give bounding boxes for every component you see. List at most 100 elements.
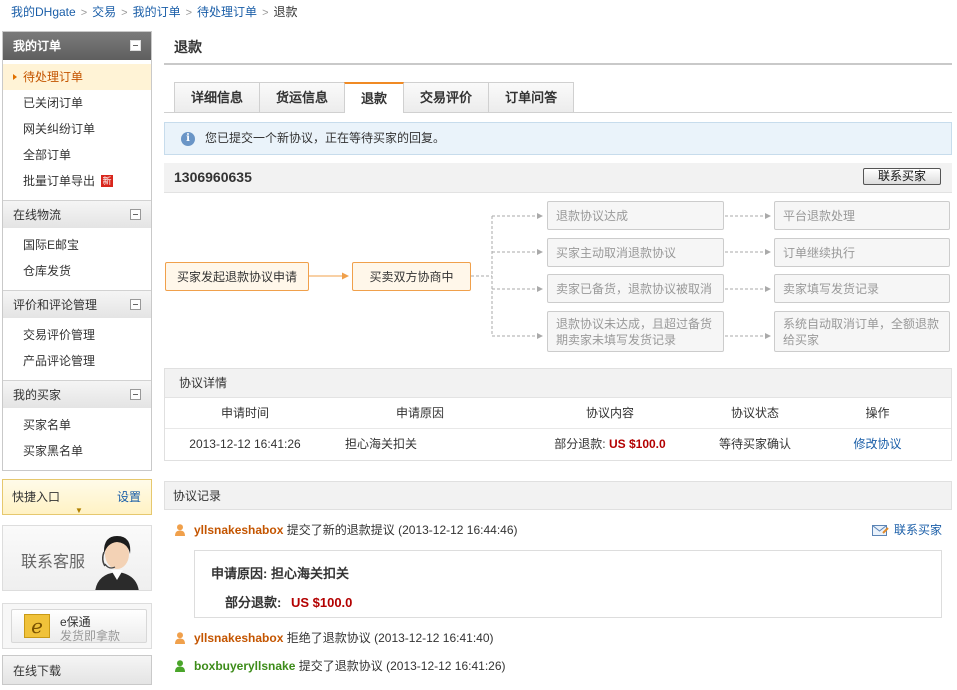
breadcrumb: 我的DHgate > 交易 > 我的订单 > 待处理订单 > 退款 [11, 4, 298, 20]
sidebar-item-buyer-list[interactable]: 买家名单 [3, 412, 151, 438]
refund-label: 部分退款: [554, 437, 606, 451]
reason-value: 担心海关扣关 [270, 566, 349, 581]
ebao-logo-icon: e [24, 614, 50, 638]
breadcrumb-separator: > [121, 7, 128, 19]
seller-person-icon [175, 524, 185, 536]
tab-shipping[interactable]: 货运信息 [259, 82, 346, 112]
column-header: 操作 [865, 406, 890, 420]
agreement-records: 协议记录 yllsnakeshabox 提交了新的退款提议 (2013-12-1… [164, 481, 952, 680]
sidebar: 我的订单 待处理订单 已关闭订单 网关纠纷订单 全部订单 批量订单导出新 在线物… [2, 31, 152, 685]
record-action: 提交了退款协议 [298, 659, 383, 673]
tab-trade-review[interactable]: 交易评价 [403, 82, 490, 112]
sidebar-item-batch-export[interactable]: 批量订单导出新 [3, 168, 151, 194]
tab-details[interactable]: 详细信息 [174, 82, 261, 112]
customer-service-label: 联系客服 [21, 554, 86, 571]
flow-node-start: 买家发起退款协议申请 [165, 262, 309, 291]
agreement-content: 部分退款: US $100.0 [515, 429, 705, 460]
flow-node-platform-refund: 平台退款处理 [774, 201, 950, 230]
sidebar-section-title: 在线物流 [13, 208, 62, 222]
collapse-icon[interactable] [130, 389, 141, 400]
sidebar-item-product-reviews[interactable]: 产品评论管理 [3, 348, 151, 374]
sidebar-section-items: 待处理订单 已关闭订单 网关纠纷订单 全部订单 批量订单导出新 [3, 60, 151, 200]
flow-node-line: 期卖家未填写发货记录 [556, 332, 677, 347]
agreement-details-title: 协议详情 [165, 369, 951, 398]
record-time: (2013-12-12 16:41:26) [386, 659, 506, 673]
record-action: 提交了新的退款提议 [286, 523, 395, 537]
sidebar-section-my-buyers[interactable]: 我的买家 [3, 380, 151, 408]
sidebar-item-all-orders[interactable]: 全部订单 [3, 142, 151, 168]
record-action: 拒绝了退款协议 [286, 631, 371, 645]
tab-bar: 详细信息 货运信息 退款 交易评价 订单问答 [174, 82, 575, 113]
contact-buyer-link[interactable]: 联系买家 [871, 516, 942, 544]
sidebar-section-logistics[interactable]: 在线物流 [3, 200, 151, 228]
sidebar-item-trade-reviews[interactable]: 交易评价管理 [3, 322, 151, 348]
column-header: 协议状态 [730, 406, 779, 420]
sidebar-item-pending-orders[interactable]: 待处理订单 [3, 64, 151, 90]
apply-time: 2013-12-12 16:41:26 [189, 437, 301, 451]
buyer-person-icon [175, 660, 185, 672]
breadcrumb-pending-orders[interactable]: 待处理订单 [197, 5, 257, 19]
flow-node-agreement-failed: 退款协议未达成，且超过备货 期卖家未填写发货记录 [547, 311, 724, 352]
breadcrumb-current: 退款 [273, 5, 298, 19]
breadcrumb-separator: > [80, 7, 88, 19]
flow-node-order-continue: 订单继续执行 [774, 238, 950, 267]
order-number: 1306960635 [174, 169, 252, 185]
sidebar-section-title: 我的订单 [13, 39, 62, 53]
contact-buyer-button[interactable]: 联系买家 [863, 168, 941, 185]
info-icon: i [181, 132, 195, 146]
refund-amount: US $100.0 [290, 595, 353, 610]
record-user: yllsnakeshabox [194, 631, 284, 645]
quick-entry-settings-link[interactable]: 设置 [117, 488, 141, 505]
new-badge: 新 [101, 175, 114, 187]
sidebar-item-buyer-blacklist[interactable]: 买家黑名单 [3, 438, 151, 464]
quick-entry: 快捷入口 设置 ▼ [2, 479, 152, 515]
notice-text: 您已提交一个新协议，正在等待买家的回复。 [205, 131, 446, 145]
breadcrumb-trade[interactable]: 交易 [92, 5, 116, 19]
breadcrumb-separator: > [262, 7, 269, 19]
modify-agreement-link[interactable]: 修改协议 [853, 437, 901, 451]
record-detail-box: 申请原因: 担心海关扣关 部分退款: US $100.0 [194, 550, 942, 618]
mail-icon [871, 525, 889, 536]
sidebar-item-dispute-orders[interactable]: 网关纠纷订单 [3, 116, 151, 142]
sidebar-item-epacket[interactable]: 国际E邮宝 [3, 232, 151, 258]
sidebar-download[interactable]: 在线下载 [2, 655, 152, 685]
ebao-button[interactable]: e e保通 发货即拿款 [11, 609, 147, 643]
breadcrumb-my-orders[interactable]: 我的订单 [133, 5, 181, 19]
collapse-icon[interactable] [130, 299, 141, 310]
seller-person-icon [175, 632, 185, 644]
sidebar-item-label: 批量订单导出 [23, 174, 96, 188]
record-item: yllsnakeshabox 拒绝了退款协议 (2013-12-12 16:41… [164, 624, 952, 652]
sidebar-item-warehouse[interactable]: 仓库发货 [3, 258, 151, 284]
flow-node-shipping-record: 卖家填写发货记录 [774, 274, 950, 303]
sidebar-section-items: 买家名单 买家黑名单 [3, 408, 151, 470]
chevron-down-icon[interactable]: ▼ [75, 506, 83, 515]
ebao-subtitle: 发货即拿款 [60, 629, 121, 643]
sidebar-section-items: 国际E邮宝 仓库发货 [3, 228, 151, 290]
record-item: boxbuyeryllsnake 提交了退款协议 (2013-12-12 16:… [164, 652, 952, 680]
customer-service-agent-icon [95, 536, 139, 590]
record-time: (2013-12-12 16:41:40) [374, 631, 494, 645]
customer-service-banner[interactable]: 联系客服 [2, 525, 152, 591]
flow-node-agreement-reached: 退款协议达成 [547, 201, 724, 230]
contact-buyer-label: 联系买家 [893, 523, 942, 537]
flow-node-auto-cancel: 系统自动取消订单，全额退款 给买家 [774, 311, 950, 352]
main-content: 退款 详细信息 货运信息 退款 交易评价 订单问答 i 您已提交一个新协议，正在… [164, 31, 952, 673]
sidebar-section-my-orders[interactable]: 我的订单 [3, 32, 151, 60]
agreement-details: 协议详情 申请时间 申请原因 协议内容 协议状态 操作 2013-12-12 1… [164, 368, 952, 461]
sidebar-item-closed-orders[interactable]: 已关闭订单 [3, 90, 151, 116]
sidebar-section-reviews[interactable]: 评价和评论管理 [3, 290, 151, 318]
agreement-status: 等待买家确认 [718, 437, 791, 451]
page-title: 退款 [164, 31, 952, 65]
collapse-icon[interactable] [130, 40, 141, 51]
collapse-icon[interactable] [130, 209, 141, 220]
refund-amount: US $100.0 [608, 437, 666, 451]
tab-order-qa[interactable]: 订单问答 [488, 82, 575, 112]
record-refund-line: 部分退款: US $100.0 [225, 592, 352, 611]
tab-refund[interactable]: 退款 [344, 82, 405, 113]
record-reason-line: 申请原因: 担心海关扣关 [211, 563, 349, 582]
sidebar-menu: 我的订单 待处理订单 已关闭订单 网关纠纷订单 全部订单 批量订单导出新 在线物… [2, 31, 152, 471]
sidebar-section-title: 评价和评论管理 [13, 298, 98, 312]
breadcrumb-my-dhgate[interactable]: 我的DHgate [11, 5, 76, 19]
refund-flow-diagram: 买家发起退款协议申请 买卖双方协商中 退款协议达成 买家主动取消退款协议 卖家已… [164, 196, 952, 366]
record-time: (2013-12-12 16:44:46) [398, 523, 518, 537]
